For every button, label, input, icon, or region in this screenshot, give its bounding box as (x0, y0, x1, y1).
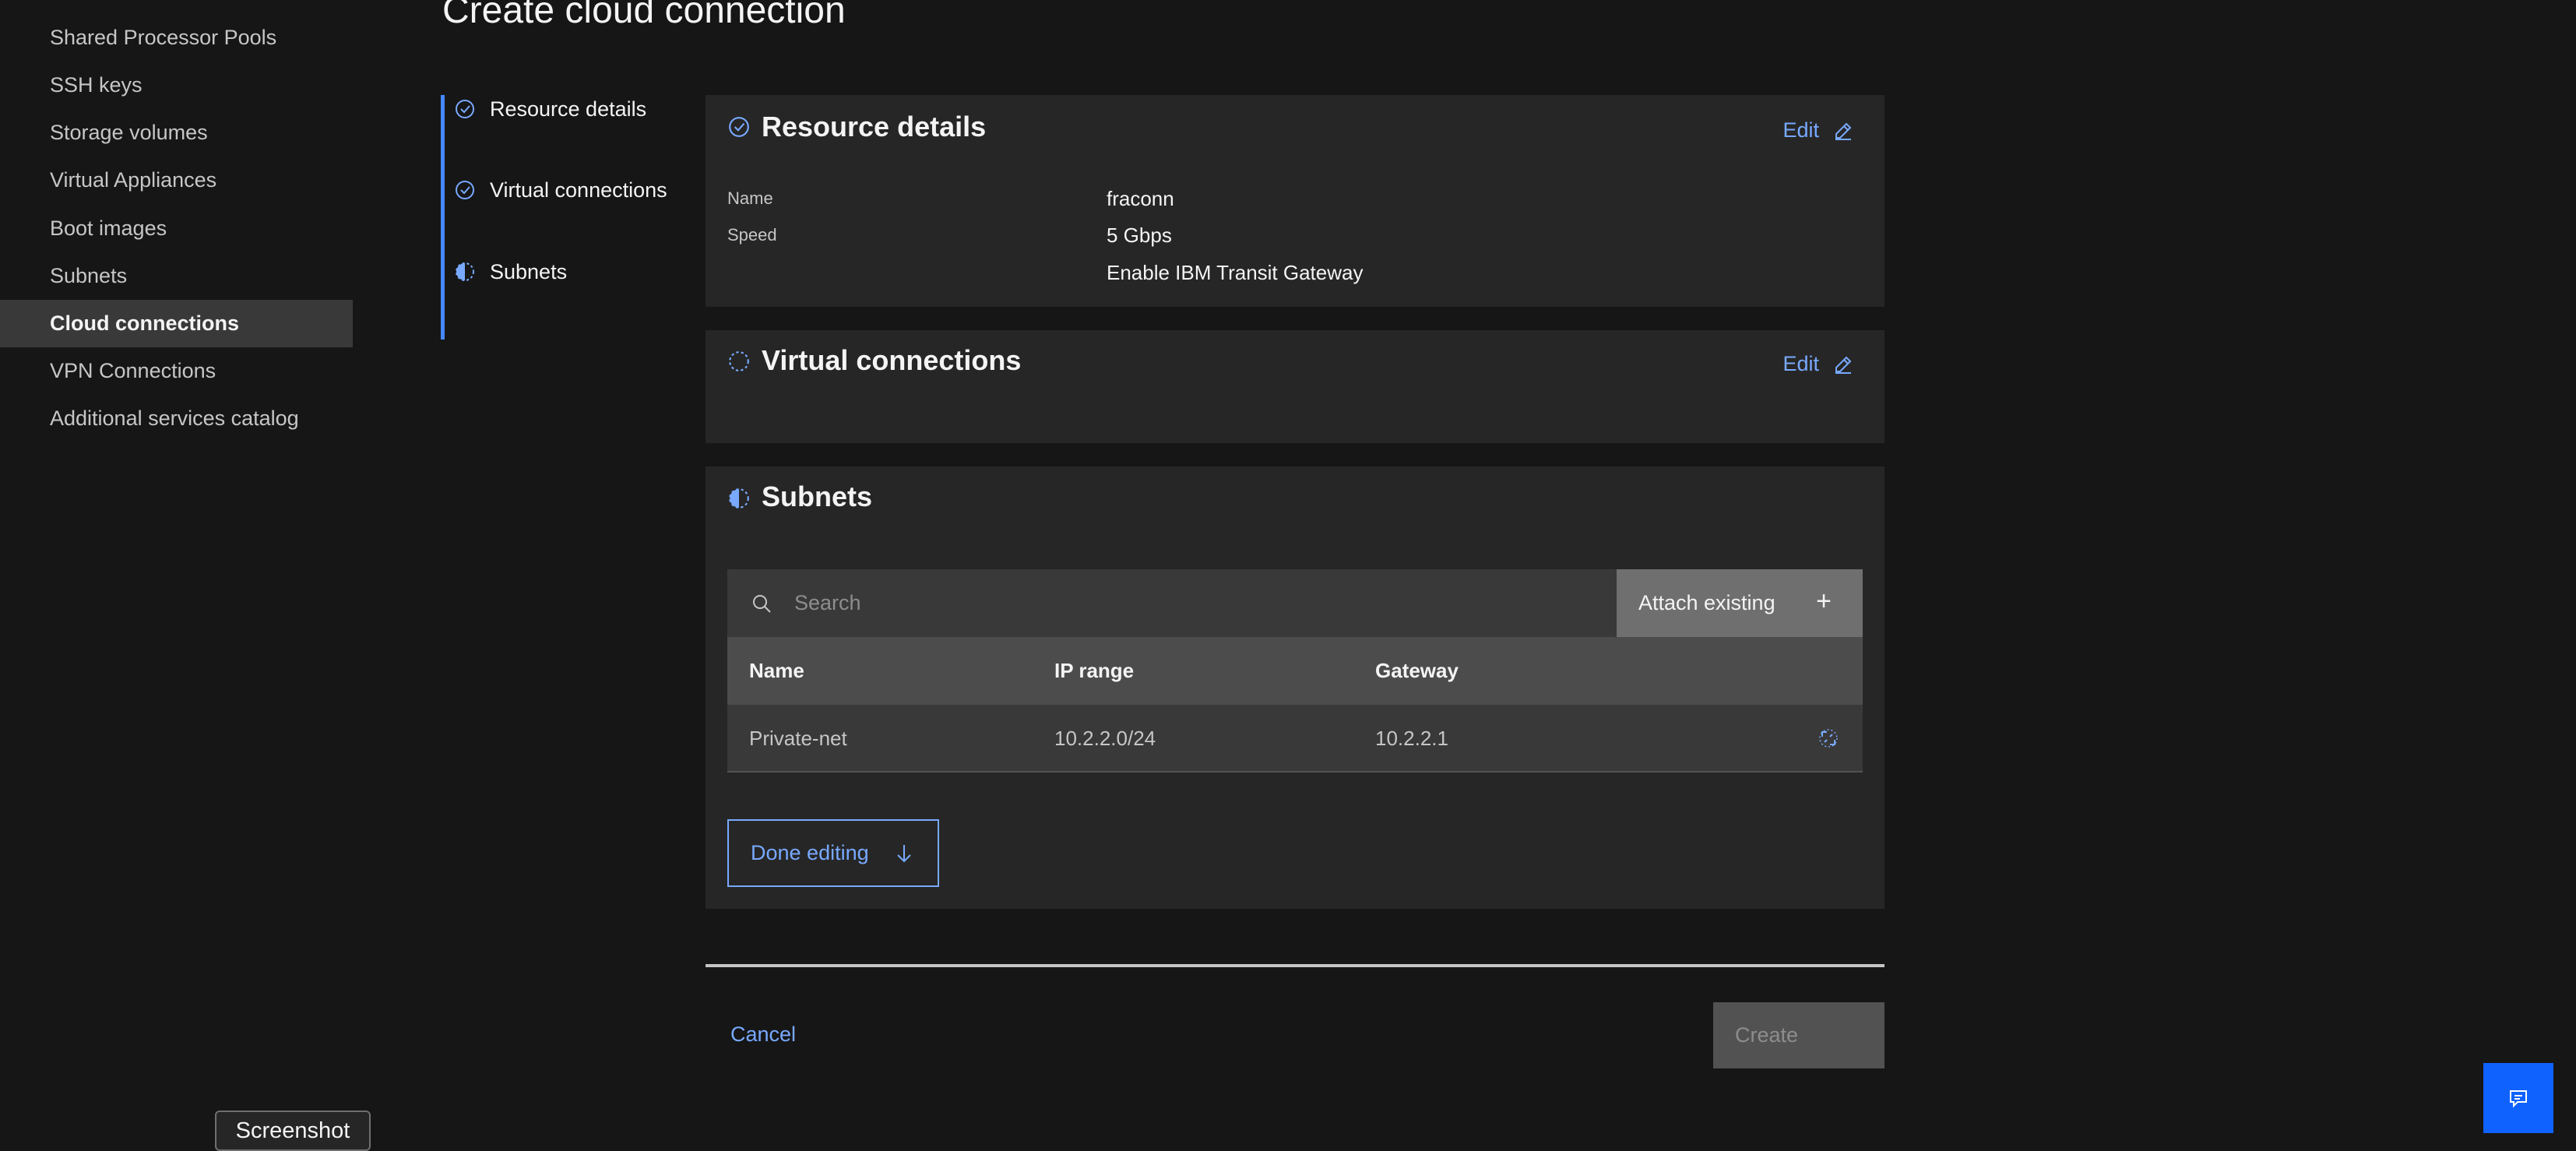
virtual-connections-title: Virtual connections (762, 344, 1022, 376)
page-title: Create cloud connection (442, 0, 846, 31)
column-header-ip-range[interactable]: IP range (1054, 637, 1134, 705)
progress-step-label: Virtual connections (490, 178, 667, 202)
sidebar-item-cloud-connections[interactable]: Cloud connections (0, 300, 353, 347)
create-button[interactable]: Create (1713, 1002, 1884, 1068)
incomplete-icon (727, 487, 751, 510)
attach-existing-label: Attach existing (1638, 591, 1775, 614)
progress-step-resource-details[interactable]: Resource details (454, 93, 646, 125)
checkmark-outline-icon (454, 98, 476, 120)
search-input[interactable] (794, 585, 1573, 621)
edit-virtual-connections-link[interactable]: Edit (1782, 352, 1853, 376)
edit-icon (1835, 122, 1852, 140)
speed-label: Speed (727, 225, 777, 245)
chat-icon (2510, 1090, 2527, 1108)
progress-step-label: Subnets (490, 259, 568, 283)
edit-label: Edit (1782, 118, 1819, 142)
sidebar-item-subnets[interactable]: Subnets (0, 252, 353, 300)
footer-divider (706, 964, 1884, 967)
progress-step-subnets[interactable]: Subnets (454, 256, 567, 287)
sidebar-item-boot-images[interactable]: Boot images (0, 205, 353, 252)
table-row: Private-net 10.2.2.0/24 10.2.2.1 (727, 705, 1863, 773)
screenshot-tooltip: Screenshot (215, 1111, 371, 1151)
table-toolbar: Attach existing + (727, 569, 1863, 637)
sidebar-item-shared-processor-pools[interactable]: Shared Processor Pools (0, 14, 353, 62)
sidebar-item-additional-services-catalog[interactable]: Additional services catalog (0, 395, 353, 442)
progress-indicator-bar (441, 95, 445, 340)
unlink-icon[interactable] (1818, 727, 1839, 749)
attach-existing-button[interactable]: Attach existing + (1617, 569, 1863, 637)
checkmark-outline-icon (454, 179, 476, 201)
resource-details-title: Resource details (762, 111, 987, 143)
add-icon: + (1816, 586, 1832, 616)
edit-icon (1835, 356, 1852, 374)
cancel-link[interactable]: Cancel (730, 1023, 796, 1047)
sidebar-nav: Shared Processor Pools SSH keys Storage … (0, 0, 353, 1151)
incomplete-icon (454, 261, 476, 283)
sidebar-item-storage-volumes[interactable]: Storage volumes (0, 109, 353, 157)
sidebar-item-ssh-keys[interactable]: SSH keys (0, 62, 353, 109)
edit-resource-details-link[interactable]: Edit (1782, 118, 1853, 143)
column-header-name[interactable]: Name (749, 637, 804, 705)
chat-button[interactable] (2483, 1063, 2553, 1133)
search-icon (753, 595, 771, 613)
done-editing-button[interactable]: Done editing (727, 819, 939, 887)
subnet-gateway-cell: 10.2.2.1 (1375, 727, 1448, 750)
subnet-ip-range-cell: 10.2.2.0/24 (1054, 727, 1156, 750)
transit-gateway-value: Enable IBM Transit Gateway (1107, 261, 1364, 284)
sidebar-item-virtual-appliances[interactable]: Virtual Appliances (0, 157, 353, 204)
speed-value: 5 Gbps (1107, 224, 1172, 247)
name-value: fraconn (1107, 187, 1174, 210)
progress-step-label: Resource details (490, 97, 647, 121)
edit-label: Edit (1782, 352, 1819, 375)
table-header: Name IP range Gateway (727, 637, 1863, 705)
done-editing-label: Done editing (751, 841, 869, 864)
checkmark-outline-icon (727, 115, 751, 139)
virtual-connections-panel: Virtual connections Edit (706, 330, 1884, 443)
arrow-down-icon (897, 845, 911, 863)
incomplete-dashed-icon (727, 350, 751, 373)
column-header-gateway[interactable]: Gateway (1375, 637, 1459, 705)
name-label: Name (727, 188, 773, 208)
subnets-panel: Subnets Attach existing + Name IP range … (706, 466, 1884, 909)
subnets-title: Subnets (762, 480, 873, 512)
subnet-name-cell: Private-net (749, 727, 847, 750)
sidebar-item-vpn-connections[interactable]: VPN Connections (0, 347, 353, 395)
progress-step-virtual-connections[interactable]: Virtual connections (454, 174, 667, 206)
resource-details-panel: Resource details Edit Name fraconn Speed… (706, 95, 1884, 307)
